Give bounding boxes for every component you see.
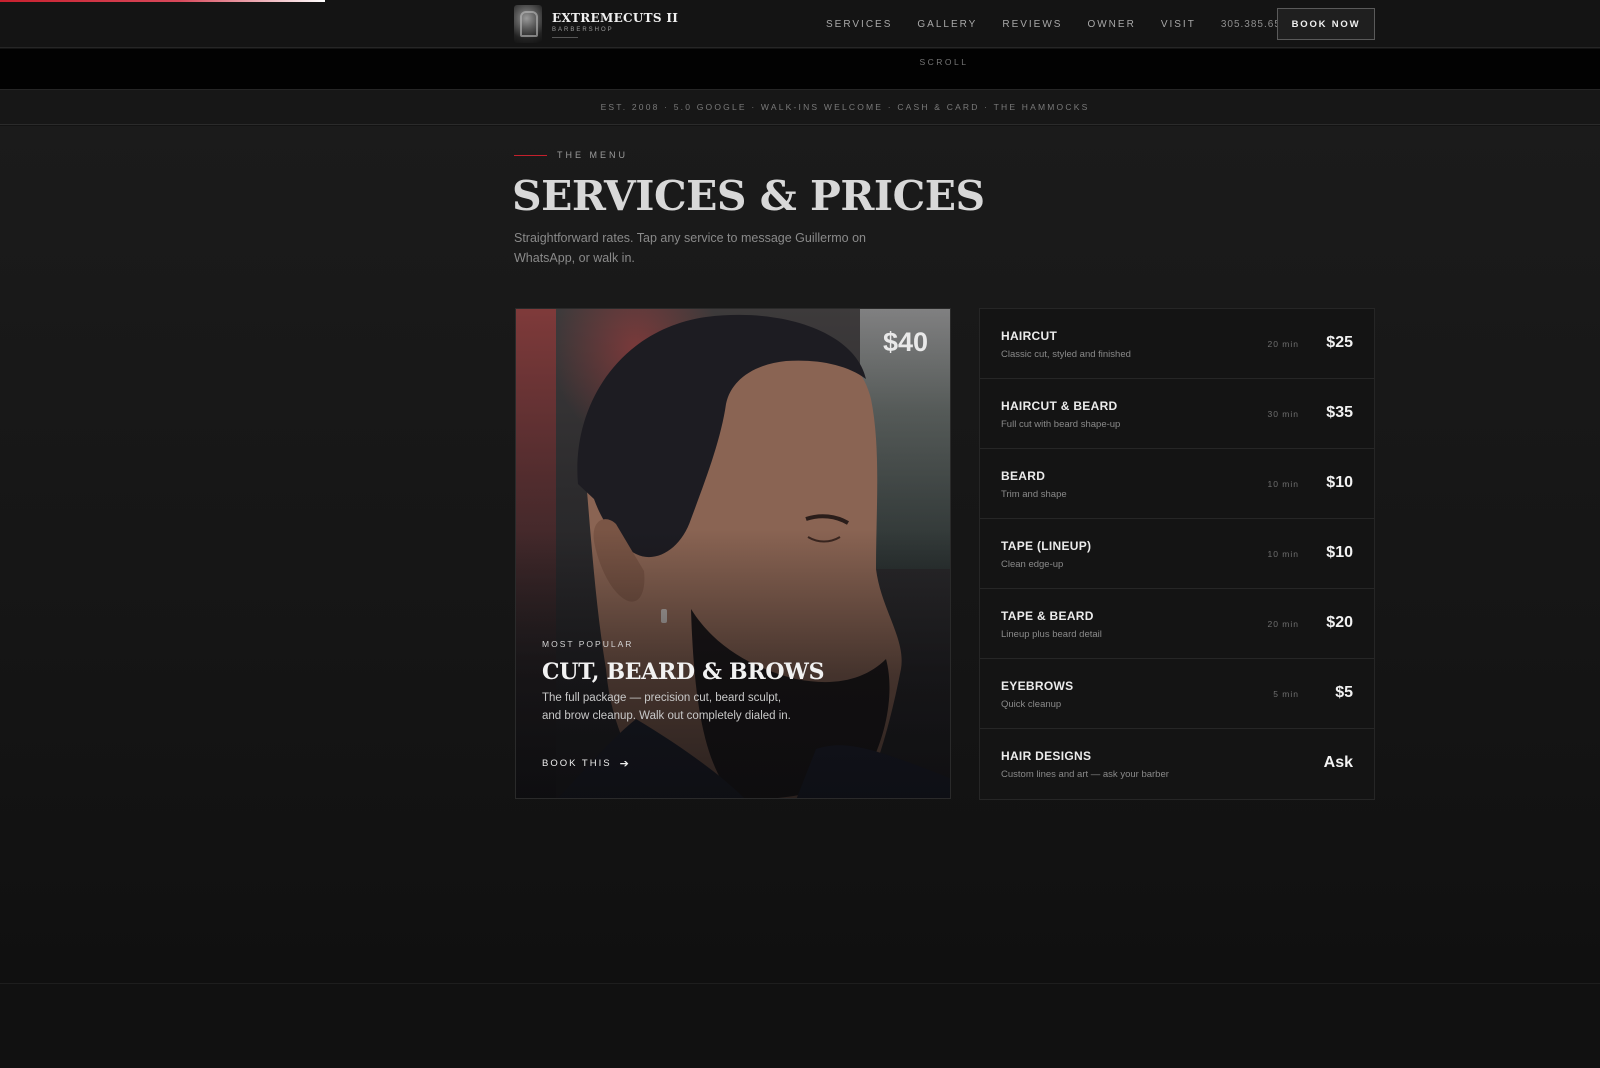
services-list: HAIRCUT Classic cut, styled and finished… bbox=[979, 308, 1375, 800]
info-ticker: EST. 2008 · 5.0 GOOGLE · WALK-INS WELCOM… bbox=[0, 89, 1600, 125]
service-price: Ask bbox=[1323, 754, 1353, 771]
service-description: Full cut with beard shape-up bbox=[1001, 419, 1121, 430]
nav-link-reviews[interactable]: REVIEWS bbox=[1002, 19, 1062, 30]
logo-image bbox=[514, 5, 542, 43]
service-duration: 20 min bbox=[1267, 339, 1299, 349]
service-name: HAIRCUT & BEARD bbox=[1001, 399, 1118, 413]
scroll-indicator[interactable]: SCROLL bbox=[0, 57, 1600, 67]
brand-subtitle: BARBERSHOP bbox=[552, 26, 614, 33]
book-this-label: BOOK THIS bbox=[542, 758, 612, 769]
service-row-beard[interactable]: BEARD Trim and shape 10 min $10 bbox=[980, 449, 1374, 519]
nav-link-services[interactable]: SERVICES bbox=[826, 19, 892, 30]
service-row-haircut-beard[interactable]: HAIRCUT & BEARD Full cut with beard shap… bbox=[980, 379, 1374, 449]
service-duration: 20 min bbox=[1267, 619, 1299, 629]
featured-description: The full package — precision cut, beard … bbox=[542, 692, 791, 722]
brand-text: EXTREMECUTS II BARBERSHOP bbox=[552, 11, 678, 38]
service-description: Trim and shape bbox=[1001, 489, 1067, 500]
brand-divider bbox=[552, 36, 578, 38]
book-now-button[interactable]: BOOK NOW bbox=[1277, 8, 1375, 40]
service-name: TAPE (LINEUP) bbox=[1001, 539, 1092, 553]
service-row-hair-designs[interactable]: HAIR DESIGNS Custom lines and art — ask … bbox=[980, 729, 1374, 799]
featured-badge: MOST POPULAR bbox=[542, 639, 634, 649]
service-name: TAPE & BEARD bbox=[1001, 609, 1094, 623]
next-section-band bbox=[0, 983, 1600, 1068]
scroll-progress-bar bbox=[0, 0, 325, 2]
book-this-link[interactable]: BOOK THIS ➔ bbox=[542, 757, 631, 770]
brand-name: EXTREMECUTS II bbox=[552, 10, 679, 25]
service-description: Clean edge-up bbox=[1001, 559, 1064, 570]
arrow-right-icon: ➔ bbox=[619, 758, 631, 770]
service-duration: 5 min bbox=[1273, 689, 1299, 699]
service-price: $10 bbox=[1326, 474, 1353, 491]
service-price: $5 bbox=[1335, 684, 1353, 701]
eyebrow-accent-line bbox=[514, 154, 547, 156]
service-description: Classic cut, styled and finished bbox=[1001, 349, 1131, 360]
nav-links: SERVICES GALLERY REVIEWS OWNER VISIT 305… bbox=[826, 0, 1293, 48]
service-name: EYEBROWS bbox=[1001, 679, 1074, 693]
nav-link-gallery[interactable]: GALLERY bbox=[917, 19, 977, 30]
service-row-tape-beard[interactable]: TAPE & BEARD Lineup plus beard detail 20… bbox=[980, 589, 1374, 659]
service-name: HAIR DESIGNS bbox=[1001, 749, 1092, 763]
service-price: $20 bbox=[1326, 614, 1353, 631]
featured-title: CUT, BEARD & BROWS bbox=[542, 659, 825, 685]
section-title: SERVICES & PRICES bbox=[512, 172, 985, 220]
service-name: HAIRCUT bbox=[1001, 329, 1058, 343]
service-name: BEARD bbox=[1001, 469, 1046, 483]
section-eyebrow: THE MENU bbox=[514, 150, 628, 160]
service-price: $10 bbox=[1326, 544, 1353, 561]
featured-service-card[interactable]: $40 MOST POPULAR CUT, BEARD & BROWS The … bbox=[515, 308, 951, 799]
service-row-tape-lineup[interactable]: TAPE (LINEUP) Clean edge-up 10 min $10 bbox=[980, 519, 1374, 589]
service-row-haircut[interactable]: HAIRCUT Classic cut, styled and finished… bbox=[980, 309, 1374, 379]
ticker-text: EST. 2008 · 5.0 GOOGLE · WALK-INS WELCOM… bbox=[600, 102, 1090, 112]
service-price: $35 bbox=[1326, 404, 1353, 421]
featured-price: $40 bbox=[882, 327, 928, 357]
nav-link-visit[interactable]: VISIT bbox=[1161, 19, 1196, 30]
eyebrow-text: THE MENU bbox=[557, 150, 628, 160]
service-duration: 10 min bbox=[1267, 549, 1299, 559]
top-navigation: EXTREMECUTS II BARBERSHOP SERVICES GALLE… bbox=[0, 0, 1600, 48]
service-duration: 30 min bbox=[1267, 409, 1299, 419]
brand-logo-link[interactable]: EXTREMECUTS II BARBERSHOP bbox=[514, 4, 678, 44]
service-description: Custom lines and art — ask your barber bbox=[1001, 769, 1169, 780]
service-row-eyebrows[interactable]: EYEBROWS Quick cleanup 5 min $5 bbox=[980, 659, 1374, 729]
hero-bottom-strip bbox=[0, 49, 1600, 89]
service-duration: 10 min bbox=[1267, 479, 1299, 489]
nav-link-owner[interactable]: OWNER bbox=[1087, 19, 1135, 30]
section-description: Straightforward rates. Tap any service t… bbox=[514, 231, 867, 265]
service-description: Lineup plus beard detail bbox=[1001, 629, 1102, 640]
service-price: $25 bbox=[1326, 334, 1353, 351]
service-description: Quick cleanup bbox=[1001, 699, 1062, 710]
